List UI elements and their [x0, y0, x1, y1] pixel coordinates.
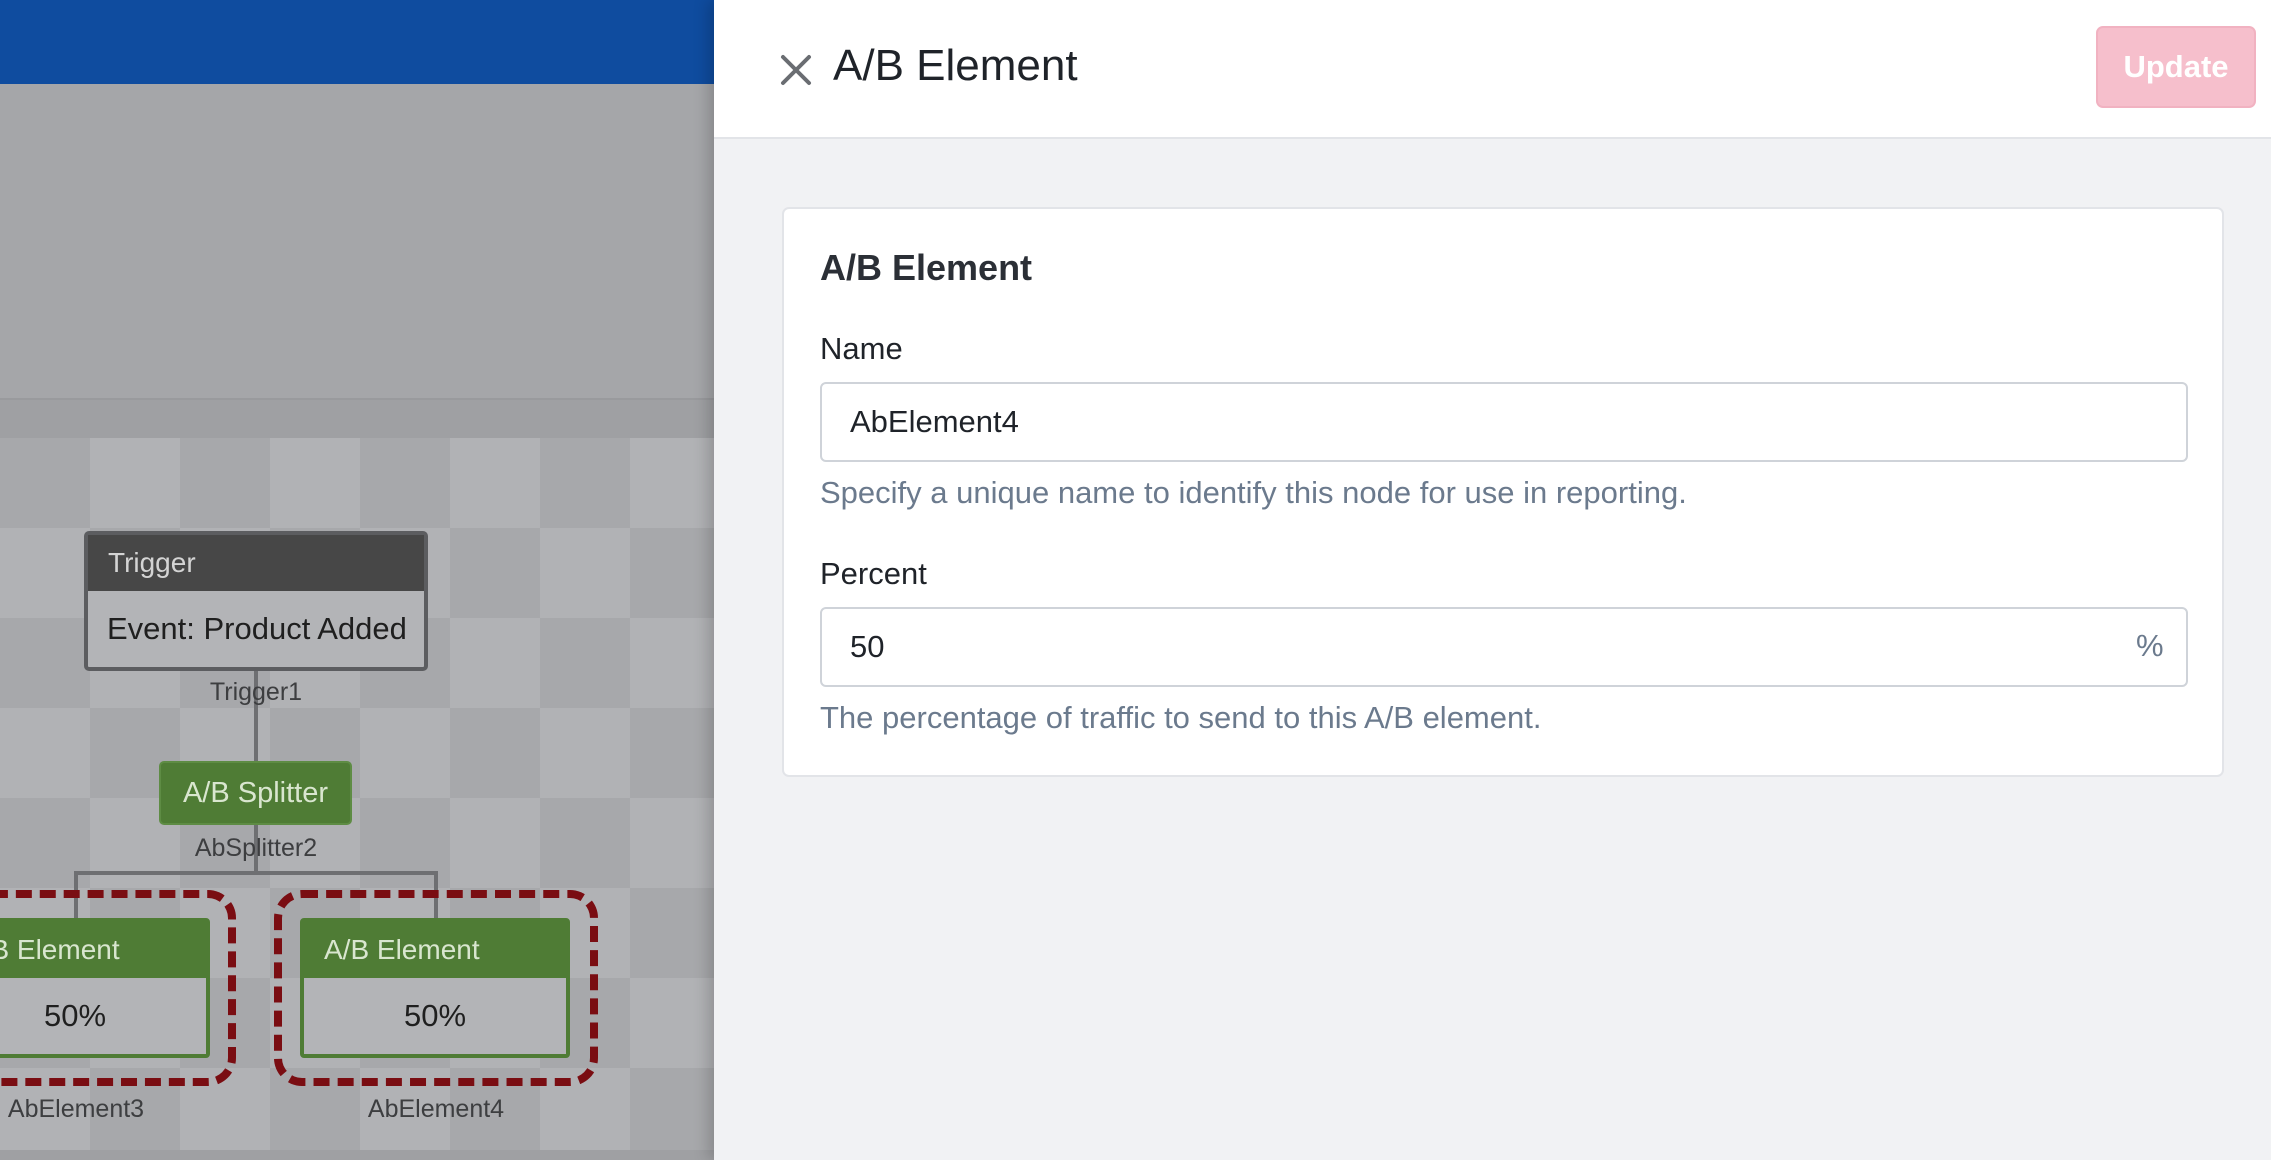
name-label: Name — [820, 331, 903, 366]
edit-node-drawer: A/B Element Update A/B Element Name Spec… — [714, 0, 2271, 1160]
trigger-node-header: Trigger — [88, 535, 424, 591]
drawer-header: A/B Element Update — [714, 0, 2271, 139]
ab-element-settings-card: A/B Element Name Specify a unique name t… — [782, 207, 2224, 777]
trigger-node-caption: Trigger1 — [209, 678, 303, 706]
connector-branch-horizontal — [74, 871, 438, 875]
splitter-node[interactable]: A/B Splitter — [159, 761, 352, 825]
card-title: A/B Element — [820, 247, 1033, 288]
canvas-divider — [0, 398, 714, 438]
percent-label: Percent — [820, 556, 927, 591]
drawer-title: A/B Element — [833, 41, 1078, 90]
ab-element-node-percent: 50% — [43, 998, 107, 1033]
ab-element-node-header: A/B Element — [0, 922, 206, 978]
ab-element-node-caption: AbElement3 — [7, 1095, 145, 1123]
ab-element-node-left[interactable]: A/B Element 50% — [0, 918, 210, 1058]
splitter-node-caption: AbSplitter2 — [194, 834, 318, 862]
canvas-toolbar-area — [0, 84, 714, 398]
close-icon — [781, 55, 811, 85]
percent-help-text: The percentage of traffic to send to thi… — [820, 700, 1542, 735]
name-help-text: Specify a unique name to identify this n… — [820, 475, 1687, 510]
top-app-bar — [0, 0, 714, 84]
trigger-node[interactable]: Trigger Event: Product Added — [84, 531, 428, 671]
ab-element-node-header: A/B Element — [304, 922, 566, 978]
ab-element-node-percent: 50% — [403, 998, 467, 1033]
trigger-node-event: Event: Product Added — [107, 611, 407, 646]
percent-suffix: % — [2136, 628, 2164, 663]
update-button[interactable]: Update — [2096, 26, 2256, 108]
ab-element-node-caption: AbElement4 — [367, 1095, 505, 1123]
name-input[interactable] — [820, 382, 2188, 462]
canvas-bottom-edge — [0, 1150, 714, 1160]
close-button[interactable] — [766, 40, 826, 100]
percent-input[interactable] — [820, 607, 2188, 687]
ab-element-node-right[interactable]: A/B Element 50% — [300, 918, 570, 1058]
workflow-canvas: Trigger Event: Product Added Trigger1 A/… — [0, 0, 714, 1160]
